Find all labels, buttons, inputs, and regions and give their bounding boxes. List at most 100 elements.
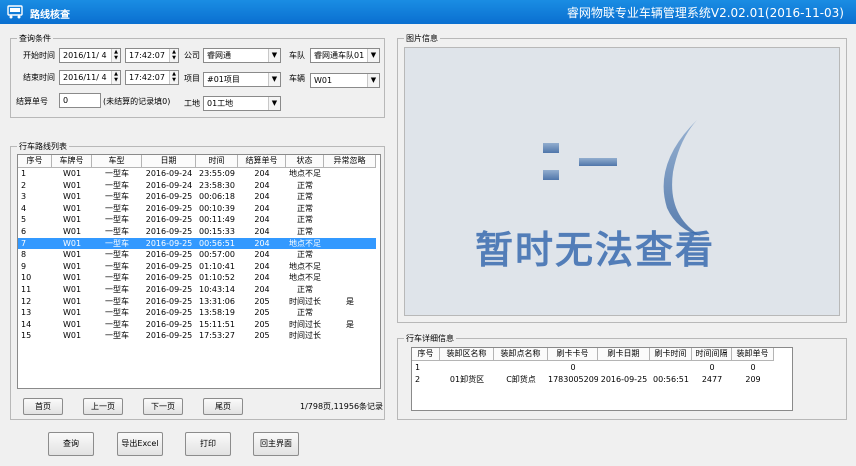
next-page-button[interactable]: 下一页 bbox=[143, 398, 183, 415]
end-time-picker[interactable]: 17:42:07 ▲ ▼ bbox=[125, 70, 179, 85]
print-button[interactable]: 打印 bbox=[185, 432, 231, 456]
table-cell: 一型车 bbox=[105, 169, 129, 178]
chevron-down-icon[interactable]: ▼ bbox=[367, 74, 379, 87]
last-page-button[interactable]: 尾页 bbox=[203, 398, 243, 415]
route-list-group-label: 行车路线列表 bbox=[17, 141, 69, 152]
chevron-down-icon[interactable]: ▼ bbox=[367, 49, 379, 62]
table-row[interactable]: 10 W01 一型车 2016-09-25 01:10:52 204 地点不足 bbox=[18, 272, 376, 284]
route-col-header[interactable]: 异常忽略 bbox=[324, 155, 376, 168]
detail-col-header[interactable]: 时间间隔 bbox=[692, 348, 732, 361]
route-col-header[interactable]: 日期 bbox=[142, 155, 196, 168]
table-cell: 是 bbox=[346, 296, 354, 306]
table-row[interactable]: 2 W01 一型车 2016-09-24 23:58:30 204 正常 bbox=[18, 180, 376, 192]
query-group-label: 查询条件 bbox=[17, 33, 53, 44]
table-cell: C卸货点 bbox=[506, 374, 536, 384]
detail-col-header[interactable]: 刷卡卡号 bbox=[548, 348, 598, 361]
home-button[interactable]: 回主界面 bbox=[253, 432, 299, 456]
image-unavailable-icon bbox=[543, 120, 701, 236]
query-button[interactable]: 查询 bbox=[48, 432, 94, 456]
table-cell: 是 bbox=[346, 319, 354, 329]
table-cell: 2016-09-25 bbox=[145, 203, 193, 213]
table-cell: 地点不足 bbox=[289, 261, 321, 271]
settle-no-input[interactable]: 0 bbox=[59, 93, 101, 108]
project-label: 项目 bbox=[184, 74, 200, 83]
table-cell: 2 bbox=[21, 180, 27, 190]
project-select[interactable]: #01项目 ▼ bbox=[203, 72, 281, 87]
table-cell: 地点不足 bbox=[289, 273, 321, 283]
table-cell: 2016-09-25 bbox=[145, 192, 193, 202]
detail-col-header[interactable]: 装卸区名称 bbox=[440, 348, 494, 361]
table-row[interactable]: 4 W01 一型车 2016-09-25 00:10:39 204 正常 bbox=[18, 203, 376, 215]
table-row[interactable]: 9 W01 一型车 2016-09-25 01:10:41 204 地点不足 bbox=[18, 261, 376, 273]
table-cell bbox=[324, 284, 376, 296]
table-row[interactable]: 13 W01 一型车 2016-09-25 13:58:19 205 正常 bbox=[18, 307, 376, 319]
first-page-button[interactable]: 首页 bbox=[23, 398, 63, 415]
route-col-header[interactable]: 序号 bbox=[18, 155, 52, 168]
route-col-header[interactable]: 状态 bbox=[286, 155, 324, 168]
vehicle-select[interactable]: W01 ▼ bbox=[310, 73, 380, 88]
table-cell: 204 bbox=[254, 273, 270, 283]
page-info: 1/798页,11956条记录 bbox=[300, 402, 384, 411]
table-cell: 00:15:33 bbox=[199, 227, 235, 236]
route-col-header[interactable]: 结算单号 bbox=[238, 155, 286, 168]
table-cell: 0 bbox=[709, 363, 715, 372]
chevron-down-icon[interactable]: ▼ bbox=[268, 49, 280, 62]
fleet-select[interactable]: 睿网通车队01 ▼ bbox=[310, 48, 380, 63]
spin-arrows-icon[interactable]: ▲ ▼ bbox=[111, 49, 120, 62]
route-col-header[interactable]: 时间 bbox=[196, 155, 238, 168]
table-cell: W01 bbox=[62, 192, 82, 202]
chevron-down-icon[interactable]: ▼ bbox=[268, 73, 280, 86]
route-table[interactable]: 序号 车牌号 车型 日期 时间 结算单号 状态 异常忽略 1 W01 一型车 2016-09-24 2… bbox=[17, 154, 381, 389]
export-excel-button[interactable]: 导出Excel bbox=[117, 432, 163, 456]
table-row[interactable]: 15 W01 一型车 2016-09-25 17:53:27 205 时间过长 bbox=[18, 330, 376, 342]
table-cell: 2016-09-25 bbox=[145, 215, 193, 225]
table-cell: 2016-09-25 bbox=[145, 273, 193, 283]
table-cell: W01 bbox=[62, 250, 82, 260]
table-cell: 6 bbox=[21, 227, 27, 236]
end-time-value: 17:42:07 bbox=[129, 73, 165, 82]
table-row[interactable]: 1 0 0 0 bbox=[412, 362, 774, 374]
detail-col-header[interactable]: 装卸点名称 bbox=[494, 348, 548, 361]
table-row[interactable]: 8 W01 一型车 2016-09-25 00:57:00 204 正常 bbox=[18, 249, 376, 261]
spin-arrows-icon[interactable]: ▲ ▼ bbox=[111, 71, 120, 84]
detail-table[interactable]: 序号 装卸区名称 装卸点名称 刷卡卡号 刷卡日期 刷卡时间 时间间隔 装卸单号 1 0 0 0 2 01… bbox=[411, 347, 793, 411]
table-cell: 一型车 bbox=[105, 227, 129, 236]
detail-col-header[interactable]: 刷卡时间 bbox=[650, 348, 692, 361]
table-cell: 2016-09-25 bbox=[145, 308, 193, 318]
table-cell: 204 bbox=[254, 285, 270, 294]
chevron-down-icon[interactable]: ▼ bbox=[268, 97, 280, 110]
table-cell bbox=[324, 214, 376, 226]
table-row[interactable]: 2 01卸货区 C卸货点 1783005209 2016-09-25 00:56:51 24… bbox=[412, 374, 774, 386]
detail-col-header[interactable]: 刷卡日期 bbox=[598, 348, 650, 361]
spin-arrows-icon[interactable]: ▲ ▼ bbox=[169, 71, 178, 84]
table-row[interactable]: 3 W01 一型车 2016-09-25 00:06:18 204 正常 bbox=[18, 191, 376, 203]
table-row[interactable]: 7 W01 一型车 2016-09-25 00:56:51 204 地点不足 bbox=[18, 237, 376, 250]
table-row[interactable]: 14 W01 一型车 2016-09-25 15:11:51 205 时间过长 是 bbox=[18, 319, 376, 331]
table-row[interactable]: 1 W01 一型车 2016-09-24 23:55:09 204 地点不足 bbox=[18, 168, 376, 180]
start-date-picker[interactable]: 2016/11/ 4 ▲ ▼ bbox=[59, 48, 121, 63]
end-time-label: 结束时间 bbox=[23, 73, 55, 82]
table-row[interactable]: 12 W01 一型车 2016-09-25 13:31:06 205 时间过长 是 bbox=[18, 296, 376, 308]
table-cell: 13:31:06 bbox=[199, 296, 235, 306]
table-cell: 7 bbox=[21, 238, 27, 248]
detail-col-header[interactable]: 序号 bbox=[412, 348, 440, 361]
table-cell: 15 bbox=[21, 331, 32, 341]
table-cell: 一型车 bbox=[105, 331, 129, 341]
route-col-header[interactable]: 车牌号 bbox=[52, 155, 92, 168]
table-cell: 01:10:52 bbox=[199, 273, 235, 283]
route-col-header[interactable]: 车型 bbox=[92, 155, 142, 168]
company-select[interactable]: 睿网通 ▼ bbox=[203, 48, 281, 63]
start-time-picker[interactable]: 17:42:07 ▲ ▼ bbox=[125, 48, 179, 63]
table-row[interactable]: 11 W01 一型车 2016-09-25 10:43:14 204 正常 bbox=[18, 284, 376, 296]
table-row[interactable]: 5 W01 一型车 2016-09-25 00:11:49 204 正常 bbox=[18, 214, 376, 226]
prev-page-button[interactable]: 上一页 bbox=[83, 398, 123, 415]
end-date-picker[interactable]: 2016/11/ 4 ▲ ▼ bbox=[59, 70, 121, 85]
table-cell: W01 bbox=[62, 273, 82, 283]
spin-arrows-icon[interactable]: ▲ ▼ bbox=[169, 49, 178, 62]
detail-col-header[interactable]: 装卸单号 bbox=[732, 348, 774, 361]
table-cell: 01:10:41 bbox=[199, 261, 235, 271]
project-value: #01项目 bbox=[207, 75, 240, 84]
table-row[interactable]: 6 W01 一型车 2016-09-25 00:15:33 204 正常 bbox=[18, 226, 376, 238]
table-cell: 一型车 bbox=[105, 192, 129, 202]
site-select[interactable]: 01工地 ▼ bbox=[203, 96, 281, 111]
